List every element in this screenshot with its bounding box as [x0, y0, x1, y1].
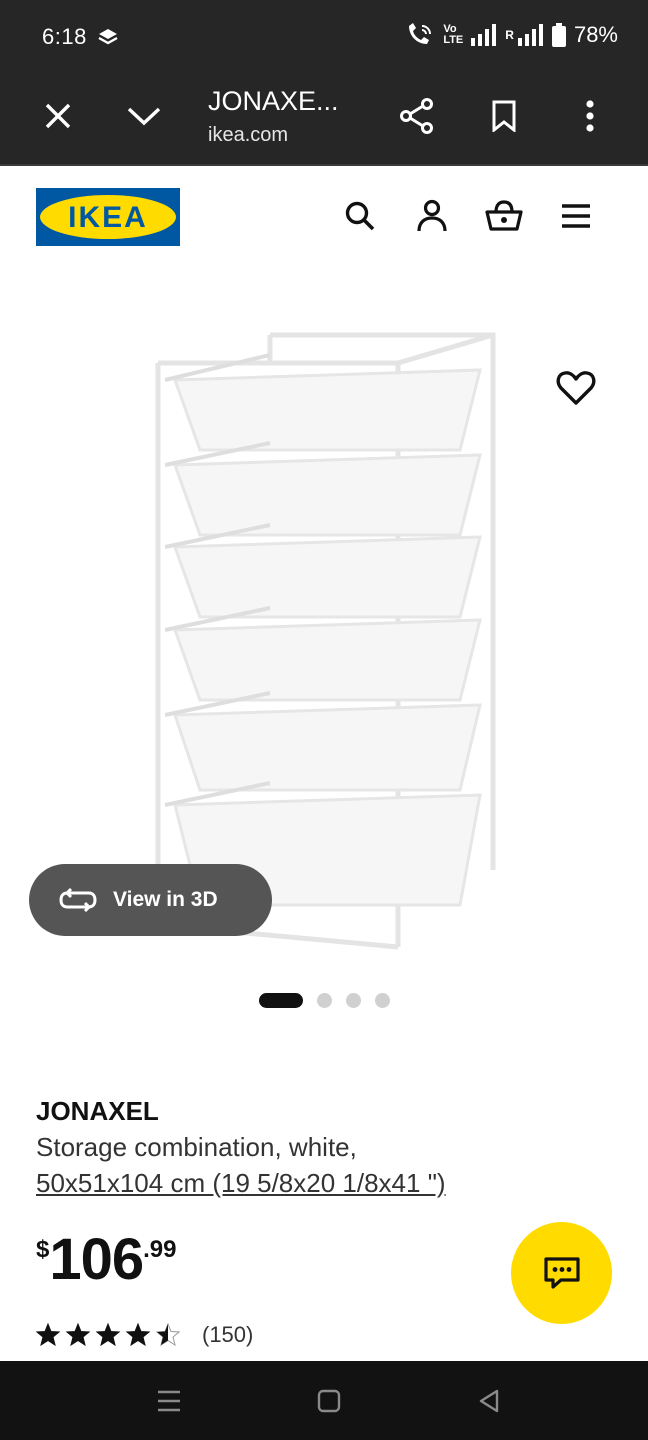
- back-button[interactable]: [469, 1381, 509, 1421]
- price-integer: 106: [49, 1227, 144, 1292]
- more-vertical-icon: [586, 100, 594, 132]
- battery-level: 78%: [573, 22, 618, 47]
- volte-icon: Vo LTE: [443, 24, 463, 46]
- site-header: IKEA: [0, 166, 648, 276]
- account-button[interactable]: [408, 192, 456, 240]
- carousel-dot-4[interactable]: [375, 993, 390, 1008]
- rotate-3d-icon: [59, 888, 97, 912]
- share-button[interactable]: [393, 92, 441, 140]
- close-tab-button[interactable]: [34, 92, 82, 140]
- carousel-dot-3[interactable]: [346, 993, 361, 1008]
- bookmark-button[interactable]: [480, 92, 528, 140]
- volte-label-lte: LTE: [443, 34, 464, 46]
- share-icon: [400, 98, 433, 134]
- ikea-logo-text: IKEA: [68, 201, 148, 234]
- ikea-logo[interactable]: IKEA: [36, 188, 180, 246]
- user-icon: [417, 199, 447, 232]
- rating-stars: [36, 1323, 180, 1347]
- heart-icon: [556, 371, 596, 405]
- recent-apps-icon: [158, 1390, 180, 1412]
- product-price: $ 106 .99: [36, 1228, 177, 1292]
- view-in-3d-button[interactable]: View in 3D: [29, 864, 272, 936]
- chat-button[interactable]: [511, 1222, 612, 1324]
- battery-icon: [551, 23, 566, 47]
- rating-count: (150): [202, 1322, 254, 1347]
- system-nav-bar: [0, 1361, 648, 1440]
- view-in-3d-label: View in 3D: [113, 888, 218, 911]
- carousel-dot-1[interactable]: [259, 993, 303, 1008]
- product-name: JONAXEL: [36, 1096, 159, 1126]
- product-description: Storage combination, white,: [36, 1132, 357, 1162]
- wifi-call-icon: [405, 22, 435, 48]
- roaming-label: R: [505, 28, 514, 42]
- carousel-dot-2[interactable]: [317, 993, 332, 1008]
- back-icon: [479, 1389, 499, 1413]
- menu-button[interactable]: [552, 192, 600, 240]
- product-rating[interactable]: (150): [36, 1322, 253, 1348]
- chat-icon: [543, 1257, 580, 1289]
- star-icon: [156, 1323, 180, 1347]
- notification-icon: [96, 25, 120, 49]
- home-icon: [317, 1389, 341, 1413]
- star-icon: [66, 1323, 90, 1347]
- page-title: JONAXE...: [208, 86, 339, 116]
- bookmark-icon: [492, 100, 516, 132]
- search-icon: [345, 201, 375, 231]
- chevron-down-icon: [127, 107, 161, 126]
- star-icon: [126, 1323, 150, 1347]
- home-button[interactable]: [309, 1381, 349, 1421]
- product-image[interactable]: [140, 325, 520, 955]
- browser-toolbar: JONAXE... ikea.com: [0, 76, 648, 166]
- close-icon: [45, 103, 71, 129]
- status-time: 6:18: [42, 24, 87, 49]
- page-url: ikea.com: [208, 124, 289, 146]
- basket-icon: [485, 200, 523, 231]
- search-button[interactable]: [336, 192, 384, 240]
- status-bar: 6:18 Vo LTE R 78%: [0, 0, 648, 76]
- cart-button[interactable]: [480, 192, 528, 240]
- hamburger-menu-icon: [562, 204, 590, 228]
- price-currency: $: [36, 1236, 50, 1263]
- signal-icon-1: [471, 24, 497, 46]
- star-icon: [96, 1323, 120, 1347]
- price-decimal: .99: [143, 1236, 177, 1263]
- product-dimensions-link[interactable]: 50x51x104 cm (19 5/8x20 1/8x41 "): [36, 1168, 446, 1199]
- signal-icon-2: [517, 24, 544, 46]
- more-options-button[interactable]: [566, 92, 614, 140]
- add-to-favourites-button[interactable]: [556, 370, 596, 410]
- image-carousel-indicator: [259, 993, 390, 1008]
- collapse-button[interactable]: [120, 92, 168, 140]
- star-icon: [36, 1323, 60, 1347]
- recent-apps-button[interactable]: [149, 1381, 189, 1421]
